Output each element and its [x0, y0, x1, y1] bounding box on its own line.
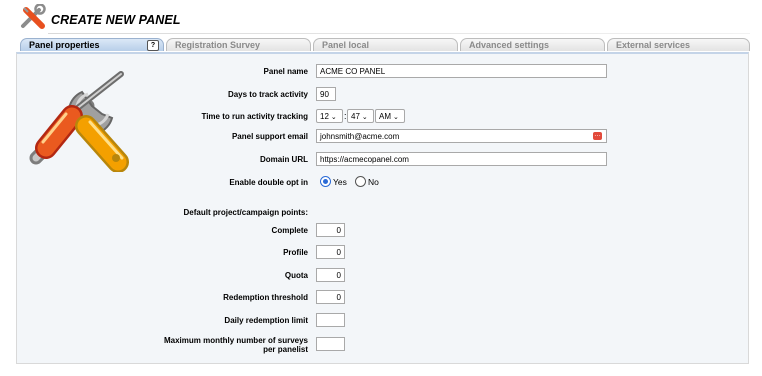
complete-row: Complete 0 — [0, 223, 762, 239]
tab-advanced-settings[interactable]: Advanced settings — [460, 38, 605, 51]
opt-in-no-radio[interactable] — [355, 176, 366, 187]
tab-label: Panel properties — [29, 40, 100, 50]
chevron-down-icon: ⌄ — [393, 114, 399, 121]
hour-select[interactable]: 12 ⌄ — [316, 109, 343, 123]
ampm-select[interactable]: AM ⌄ — [375, 109, 405, 123]
panel-name-row: Panel name ACME CO PANEL — [0, 64, 762, 80]
panel-name-label: Panel name — [263, 67, 308, 76]
daily-redemption-input[interactable] — [316, 313, 345, 327]
ampm-value: AM — [379, 112, 391, 121]
help-icon[interactable]: ? — [147, 40, 159, 51]
tab-registration-survey[interactable]: Registration Survey — [166, 38, 311, 51]
max-monthly-surveys-row: Maximum monthly number of surveys per pa… — [0, 336, 762, 354]
tools-icon — [21, 4, 46, 29]
support-email-input[interactable]: johnsmith@acme.com … — [316, 129, 607, 143]
hour-value: 12 — [320, 112, 329, 121]
opt-in-no-label[interactable]: No — [368, 177, 379, 187]
max-monthly-surveys-input[interactable] — [316, 337, 345, 351]
quota-input[interactable]: 0 — [316, 268, 345, 282]
double-opt-in-row: Enable double opt in Yes No — [0, 175, 762, 191]
quota-row: Quota 0 — [0, 268, 762, 284]
days-to-track-row: Days to track activity 90 — [0, 87, 762, 103]
profile-row: Profile 0 — [0, 245, 762, 261]
redemption-threshold-input[interactable]: 0 — [316, 290, 345, 304]
chevron-down-icon: ⌄ — [330, 114, 337, 121]
profile-input[interactable]: 0 — [316, 245, 345, 259]
support-email-row: Panel support email johnsmith@acme.com … — [0, 129, 762, 145]
max-monthly-surveys-label: Maximum monthly number of surveys per pa… — [164, 336, 308, 354]
support-email-label: Panel support email — [231, 132, 308, 141]
max-monthly-surveys-label-line1: Maximum monthly number of surveys — [163, 336, 308, 345]
days-to-track-input[interactable]: 90 — [316, 87, 336, 101]
chevron-down-icon: ⌄ — [361, 114, 368, 121]
tab-bar: Panel properties ? Registration Survey P… — [20, 38, 750, 52]
max-monthly-surveys-label-line2: per panelist — [263, 345, 308, 354]
panel-name-input[interactable]: ACME CO PANEL — [316, 64, 607, 78]
tab-panel-properties[interactable]: Panel properties ? — [20, 38, 164, 51]
profile-label: Profile — [283, 248, 308, 257]
ellipsis-icon[interactable]: … — [593, 131, 602, 140]
redemption-threshold-label: Redemption threshold — [223, 293, 308, 302]
domain-url-input[interactable]: https://acmecopanel.com — [316, 152, 607, 166]
days-to-track-label: Days to track activity — [227, 90, 308, 99]
domain-url-label: Domain URL — [260, 155, 308, 164]
opt-in-yes-label[interactable]: Yes — [333, 177, 347, 187]
points-heading: Default project/campaign points: — [183, 208, 308, 217]
minute-value: 47 — [351, 112, 360, 121]
tab-external-services[interactable]: External services — [607, 38, 750, 51]
page-header: CREATE NEW PANEL — [20, 4, 750, 34]
page-title: CREATE NEW PANEL — [51, 13, 181, 27]
daily-redemption-label: Daily redemption limit — [224, 316, 308, 325]
daily-redemption-row: Daily redemption limit — [0, 313, 762, 329]
tab-panel-local[interactable]: Panel local — [313, 38, 458, 51]
opt-in-yes-radio[interactable] — [320, 176, 331, 187]
tab-label: Registration Survey — [175, 40, 261, 50]
time-to-run-label: Time to run activity tracking — [201, 112, 308, 121]
complete-label: Complete — [271, 226, 308, 235]
minute-select[interactable]: 47 ⌄ — [347, 109, 374, 123]
domain-url-row: Domain URL https://acmecopanel.com — [0, 152, 762, 168]
quota-label: Quota — [284, 271, 308, 280]
support-email-value: johnsmith@acme.com — [320, 132, 400, 141]
redemption-threshold-row: Redemption threshold 0 — [0, 290, 762, 306]
complete-input[interactable]: 0 — [316, 223, 345, 237]
header-divider — [48, 33, 750, 34]
time-to-run-row: Time to run activity tracking 12 ⌄ : 47 ⌄ … — [0, 109, 762, 125]
tab-label: Advanced settings — [469, 40, 550, 50]
points-heading-row: Default project/campaign points: — [0, 205, 762, 221]
double-opt-in-label: Enable double opt in — [229, 178, 308, 187]
tab-label: Panel local — [322, 40, 370, 50]
tab-label: External services — [616, 40, 691, 50]
